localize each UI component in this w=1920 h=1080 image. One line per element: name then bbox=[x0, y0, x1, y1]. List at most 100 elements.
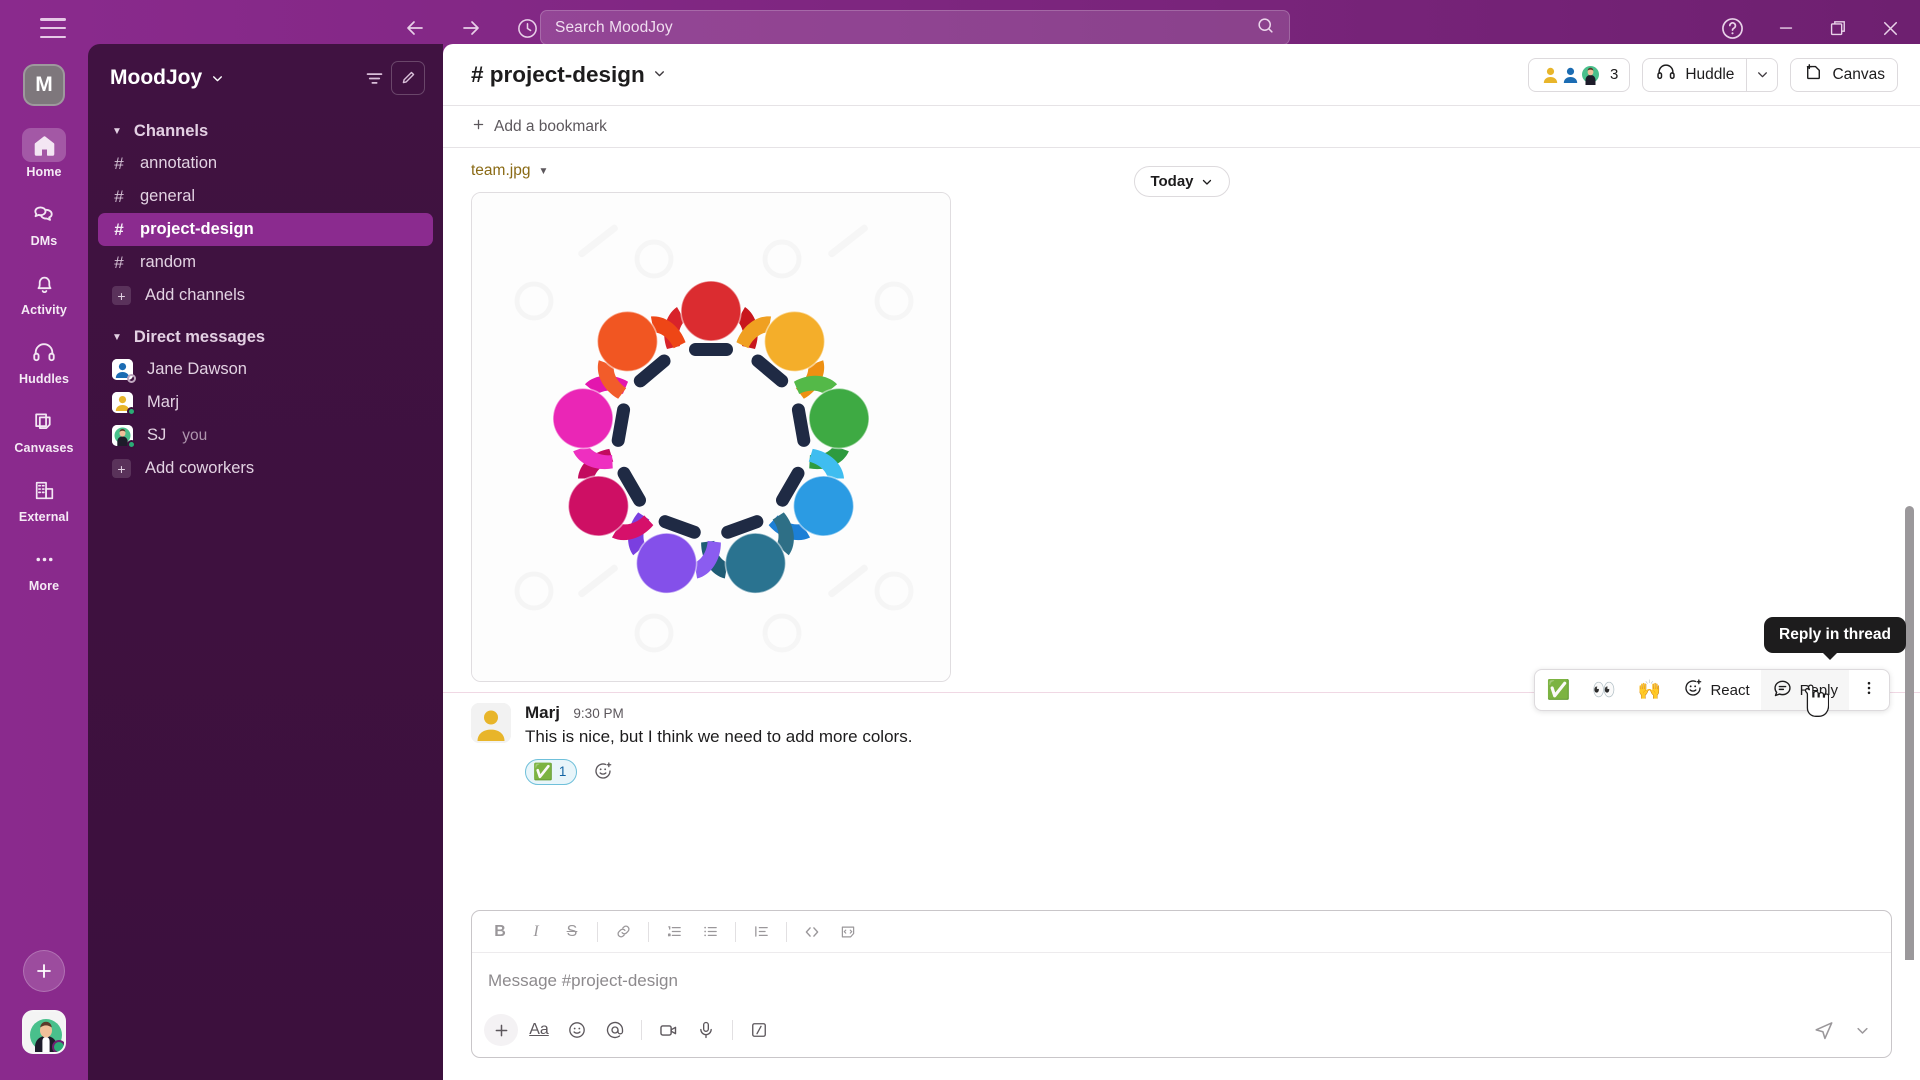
filter-icon[interactable] bbox=[357, 61, 391, 95]
huddle-control: Huddle bbox=[1642, 57, 1779, 92]
clock-icon[interactable] bbox=[512, 13, 542, 43]
restore-icon[interactable] bbox=[1827, 17, 1849, 39]
rail-item-home[interactable]: Home bbox=[9, 124, 79, 183]
message-scrollbar[interactable] bbox=[1905, 506, 1914, 960]
arrow-right-icon[interactable] bbox=[456, 13, 486, 43]
date-divider-today[interactable]: Today bbox=[1133, 166, 1230, 197]
plus-icon: + bbox=[112, 459, 131, 478]
avatar[interactable] bbox=[22, 1010, 66, 1054]
image-attachment[interactable] bbox=[471, 192, 951, 682]
presence-dot bbox=[127, 374, 136, 383]
huddle-button[interactable]: Huddle bbox=[1643, 59, 1746, 91]
new-item-button[interactable] bbox=[23, 950, 65, 992]
arrow-left-icon[interactable] bbox=[400, 13, 430, 43]
hash-icon: # bbox=[114, 153, 124, 173]
close-icon[interactable] bbox=[1879, 17, 1902, 40]
rail-item-canvases[interactable]: Canvases bbox=[9, 400, 79, 459]
canvas-button[interactable]: Canvas bbox=[1790, 57, 1898, 92]
reaction-white-check-mark[interactable]: ✅ 1 bbox=[525, 758, 578, 785]
mention-button[interactable] bbox=[598, 1014, 632, 1046]
sidebar-item-sj[interactable]: SJ you bbox=[98, 419, 433, 452]
sidebar-item-general[interactable]: # general bbox=[98, 180, 433, 213]
workspace-badge[interactable]: M bbox=[23, 64, 65, 106]
react-label: React bbox=[1710, 681, 1750, 699]
add-reaction-button[interactable] bbox=[586, 759, 620, 784]
rail-bottom bbox=[22, 950, 66, 1080]
member-face bbox=[1579, 64, 1601, 85]
workspace-switcher[interactable]: MoodJoy bbox=[110, 66, 224, 90]
rail-item-label: DMs bbox=[30, 234, 58, 248]
video-clip-button[interactable] bbox=[651, 1014, 685, 1046]
chevron-down-icon bbox=[1202, 179, 1211, 185]
rail-item-activity[interactable]: Activity bbox=[9, 262, 79, 321]
composer-actions: Aa bbox=[472, 1009, 1891, 1057]
quick-reaction-raised-hands-button[interactable]: 🙌 bbox=[1627, 670, 1673, 710]
quick-reaction-eyes-button[interactable]: 👀 bbox=[1581, 670, 1627, 710]
huddle-options-button[interactable] bbox=[1747, 59, 1777, 91]
italic-button[interactable]: I bbox=[520, 917, 552, 947]
sidebar-item-random[interactable]: # random bbox=[98, 246, 433, 279]
more-actions-button[interactable] bbox=[1849, 670, 1889, 710]
rail-item-dms[interactable]: DMs bbox=[9, 193, 79, 252]
sidebar-item-project-design[interactable]: # project-design bbox=[98, 213, 433, 246]
search-icon bbox=[1256, 16, 1275, 40]
home-icon bbox=[22, 128, 66, 162]
minimize-icon[interactable] bbox=[1775, 17, 1797, 39]
add-channels-button[interactable]: + Add channels bbox=[98, 279, 433, 312]
send-options-button[interactable] bbox=[1845, 1014, 1879, 1046]
link-button[interactable] bbox=[607, 917, 639, 947]
message-author[interactable]: Marj bbox=[525, 703, 560, 722]
sidebar-item-label: Marj bbox=[147, 393, 180, 411]
dm-section-title: Direct messages bbox=[133, 328, 266, 346]
bold-button[interactable]: B bbox=[484, 917, 516, 947]
channels-section-header[interactable]: ▼ Channels bbox=[88, 116, 443, 147]
quick-reaction-check-button[interactable]: ✅ bbox=[1535, 670, 1581, 710]
channel-title[interactable]: # project-design bbox=[471, 62, 666, 88]
bulleted-list-button[interactable] bbox=[694, 917, 726, 947]
add-bookmark-label: Add a bookmark bbox=[494, 117, 607, 135]
sidebar-item-label: general bbox=[140, 187, 196, 205]
emoji-button[interactable] bbox=[560, 1014, 594, 1046]
presence-dot bbox=[52, 1040, 64, 1052]
reaction-count: 1 bbox=[558, 764, 567, 780]
react-button[interactable]: React bbox=[1672, 670, 1760, 710]
help-circle-icon[interactable] bbox=[1720, 16, 1745, 41]
code-block-button[interactable] bbox=[832, 917, 864, 947]
rail-item-more[interactable]: More bbox=[9, 538, 79, 597]
message-timestamp[interactable]: 9:30 PM bbox=[573, 706, 623, 721]
compose-icon[interactable] bbox=[391, 61, 425, 95]
search-input[interactable]: Search MoodJoy bbox=[540, 10, 1290, 45]
member-face bbox=[1539, 64, 1561, 85]
sidebar-item-label: project-design bbox=[140, 220, 254, 238]
rail-item-external[interactable]: External bbox=[9, 469, 79, 528]
rail-item-huddles[interactable]: Huddles bbox=[9, 331, 79, 390]
avatar[interactable] bbox=[471, 703, 511, 743]
sidebar-item-you-tag: you bbox=[182, 426, 208, 444]
blockquote-button[interactable] bbox=[745, 917, 777, 947]
members-button[interactable]: 3 bbox=[1527, 57, 1631, 92]
message-list: Today team.jpg ▼ Reply in thread ✅ 👀 🙌 R… bbox=[443, 148, 1920, 960]
channel-header: # project-design 3 Huddle Canvas bbox=[443, 44, 1920, 106]
channels-section-title: Channels bbox=[133, 122, 209, 140]
sidebar-item-jane-dawson[interactable]: Jane Dawson bbox=[98, 353, 433, 386]
send-button[interactable] bbox=[1807, 1014, 1841, 1046]
add-bookmark-button[interactable]: Add a bookmark bbox=[471, 117, 607, 137]
sidebar-item-annotation[interactable]: # annotation bbox=[98, 147, 433, 180]
ordered-list-button[interactable] bbox=[658, 917, 690, 947]
avatar bbox=[112, 425, 136, 449]
divider bbox=[735, 921, 736, 942]
search-placeholder: Search MoodJoy bbox=[555, 18, 673, 36]
message-input[interactable]: Message #project-design bbox=[472, 953, 1891, 1009]
sidebar-item-marj[interactable]: Marj bbox=[98, 386, 433, 419]
dms-icon bbox=[22, 197, 66, 231]
audio-clip-button[interactable] bbox=[689, 1014, 723, 1046]
file-message: team.jpg ▼ bbox=[443, 148, 1920, 682]
divider bbox=[648, 921, 649, 942]
attach-plus-button[interactable] bbox=[484, 1014, 518, 1046]
slash-command-button[interactable] bbox=[742, 1014, 776, 1046]
formatting-button[interactable]: Aa bbox=[522, 1014, 556, 1046]
code-button[interactable] bbox=[796, 917, 828, 947]
dm-section-header[interactable]: ▼ Direct messages bbox=[88, 322, 443, 353]
add-coworkers-button[interactable]: + Add coworkers bbox=[98, 452, 433, 485]
strikethrough-button[interactable]: S bbox=[556, 917, 588, 947]
